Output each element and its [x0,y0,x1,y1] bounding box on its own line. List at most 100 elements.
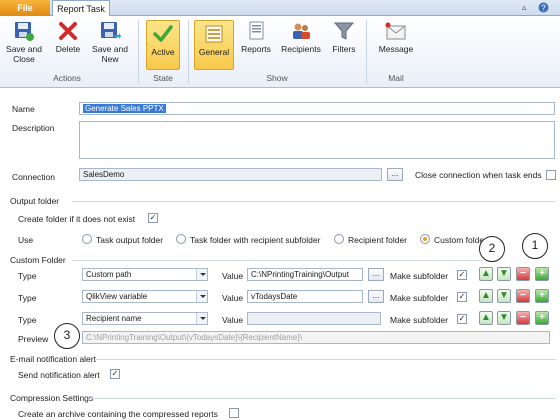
ribbon: Save and Close Delete Save and New Actio… [0,16,560,88]
add-row-icon[interactable]: + [535,311,549,325]
divider [96,359,556,360]
compression-heading: Compression Settings [10,393,94,403]
save-close-icon [13,20,35,42]
create-archive-label: Create an archive containing the compres… [18,409,218,419]
close-connection-label: Close connection when task ends [415,170,542,180]
make-subfolder-label: Make subfolder [390,315,449,325]
callout-3: 3 [54,323,80,349]
description-textarea[interactable] [79,121,555,159]
tab-file[interactable]: File [0,0,50,16]
move-up-icon[interactable]: ▲ [479,311,493,325]
save-and-close-button[interactable]: Save and Close [4,18,44,64]
send-alert-checkbox[interactable]: ✓ [110,369,120,379]
type-combobox[interactable]: Recipient name [82,312,208,325]
move-down-icon[interactable]: ▼ [497,267,511,281]
checkmark-icon [152,23,174,45]
svg-text:?: ? [541,3,546,12]
callout-2: 2 [479,236,505,262]
recipients-people-icon [290,20,312,42]
chevron-down-icon[interactable] [196,291,207,302]
preview-field: C:\NPrintingTraining\Output\{vTodaysDate… [82,331,550,344]
value-input[interactable] [247,312,381,325]
ribbon-divider [188,20,189,84]
radio-recipient-folder[interactable] [334,234,344,244]
connection-label: Connection [12,172,56,182]
type-combobox[interactable]: Custom path [82,268,208,281]
radio-label: Task output folder [96,235,164,245]
use-label: Use [18,235,34,245]
move-down-icon[interactable]: ▼ [497,289,511,303]
create-archive-checkbox[interactable] [229,408,239,418]
active-toggle-button[interactable]: Active [146,20,180,70]
tab-report-task[interactable]: Report Task [52,0,110,17]
value-label: Value [222,271,244,281]
value-label: Value [222,315,244,325]
group-label-mail: Mail [388,73,404,83]
preview-label: Preview [18,334,49,344]
make-subfolder-checkbox[interactable]: ✓ [457,314,467,324]
value-input[interactable]: C:\NPrintingTraining\Output [247,268,363,281]
email-alert-heading: E-mail notification alert [10,354,96,364]
value-browse-button[interactable]: ... [368,268,384,281]
remove-row-icon[interactable]: − [516,267,530,281]
ribbon-divider [366,20,367,84]
value-input[interactable]: vTodaysDate [247,290,363,303]
make-subfolder-checkbox[interactable]: ✓ [457,292,467,302]
delete-x-icon [57,20,79,42]
remove-row-icon[interactable]: − [516,289,530,303]
value-label: Value [222,293,244,303]
make-subfolder-checkbox[interactable]: ✓ [457,270,467,280]
message-button[interactable]: Message [374,18,418,54]
chevron-down-icon[interactable] [196,313,207,324]
value-browse-button[interactable]: ... [368,290,384,303]
radio-label: Recipient folder [348,235,408,245]
group-label-show: Show [266,73,288,83]
type-combobox[interactable]: QlikView variable [82,290,208,303]
custom-folder-heading: Custom Folder [10,255,66,265]
add-row-icon[interactable]: + [535,289,549,303]
save-and-new-button[interactable]: Save and New [90,18,130,64]
ribbon-tab-bar: File Report Task ▵ ? [0,0,560,17]
make-subfolder-label: Make subfolder [390,293,449,303]
divider [72,260,482,261]
reports-button[interactable]: Reports [238,18,274,54]
output-folder-heading: Output folder [10,196,60,206]
radio-task-output-folder[interactable] [82,234,92,244]
move-down-icon[interactable]: ▼ [497,311,511,325]
minimize-ribbon-icon[interactable]: ▵ [522,2,527,13]
recipients-button[interactable]: Recipients [278,18,324,54]
connection-browse-button[interactable]: ... [387,168,403,181]
radio-custom-folder[interactable] [420,234,430,244]
radio-label: Task folder with recipient subfolder [190,235,321,245]
remove-row-icon[interactable]: − [516,311,530,325]
type-label: Type [18,271,37,281]
connection-field[interactable]: SalesDemo [79,168,382,181]
filters-button[interactable]: Filters [328,18,360,54]
close-connection-checkbox[interactable] [546,170,556,180]
callout-1: 1 [522,233,548,259]
type-label: Type [18,315,37,325]
name-input[interactable]: Generate Sales PPTX [79,102,555,115]
radio-task-folder-recipient-subfolder[interactable] [176,234,186,244]
move-up-icon[interactable]: ▲ [479,267,493,281]
chevron-down-icon[interactable] [196,269,207,280]
general-form-icon [203,23,225,45]
move-up-icon[interactable]: ▲ [479,289,493,303]
delete-button[interactable]: Delete [50,18,86,54]
create-folder-checkbox[interactable]: ✓ [148,213,158,223]
add-row-icon[interactable]: + [535,267,549,281]
envelope-icon [385,20,407,42]
make-subfolder-label: Make subfolder [390,271,449,281]
group-label-state: State [153,73,173,83]
save-new-icon [99,20,121,42]
divider [90,398,556,399]
help-icon[interactable]: ? [538,2,549,15]
ribbon-divider [138,20,139,84]
group-label-actions: Actions [53,73,81,83]
name-label: Name [12,104,35,114]
general-tab-button[interactable]: General [194,20,234,70]
type-label: Type [18,293,37,303]
description-label: Description [12,123,55,133]
divider [72,201,556,202]
reports-icon [245,20,267,42]
